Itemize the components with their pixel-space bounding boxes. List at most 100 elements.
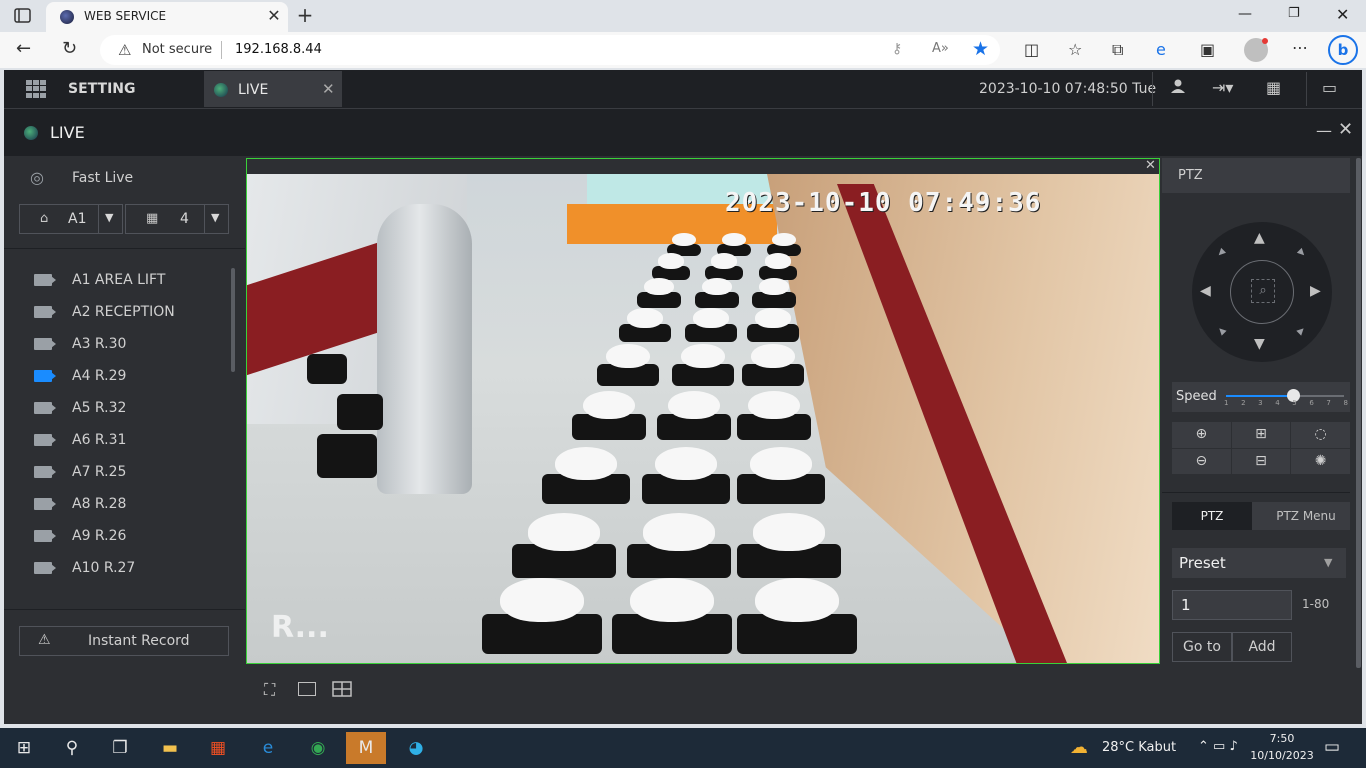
camera-list-item[interactable]: A8 R.28	[4, 490, 230, 522]
panel-minimize-button[interactable]: —	[1316, 121, 1332, 140]
search-icon[interactable]: ⚲	[52, 732, 92, 764]
windows-start-icon[interactable]: ⊞	[4, 732, 44, 764]
collections-icon[interactable]: ⧉	[1112, 40, 1123, 60]
ptz-right-icon[interactable]: ▶	[1310, 283, 1321, 299]
camera-list-item[interactable]: A9 R.26	[4, 522, 230, 554]
camera-feed[interactable]: 2023-10-10 07:49:36 R...	[247, 174, 1159, 663]
bing-icon[interactable]: b	[1328, 35, 1358, 65]
camera-list-item[interactable]: A6 R.31	[4, 426, 230, 458]
area-zoom-icon[interactable]: ⌕	[1251, 279, 1275, 303]
refresh-icon[interactable]: ↻	[62, 38, 77, 59]
video-close-icon[interactable]: ✕	[1145, 159, 1156, 173]
window-minimize-button[interactable]: —	[1238, 6, 1252, 22]
favorite-star-icon[interactable]: ★	[972, 38, 989, 60]
weather-text[interactable]: 28°C Kabut	[1102, 740, 1176, 755]
task-view-icon[interactable]: ❐	[100, 732, 140, 764]
camera-list-item[interactable]: A7 R.25	[4, 458, 230, 490]
ptz-up-icon[interactable]: ▲	[1254, 230, 1265, 246]
edge-extension-icon[interactable]: e	[1156, 40, 1166, 59]
camera-list-item[interactable]: A5 R.32	[4, 394, 230, 426]
file-explorer-icon[interactable]: ▬	[150, 732, 190, 764]
group-select[interactable]: ⌂ A1 ▼	[19, 204, 123, 234]
zoom-out-icon[interactable]: ⊖	[1172, 448, 1231, 474]
split-select[interactable]: ▦ 4 ▼	[125, 204, 229, 234]
back-arrow-icon[interactable]: ←	[16, 38, 31, 59]
chevron-down-icon[interactable]: ▼	[1324, 556, 1332, 569]
notification-icon[interactable]: ▭	[1324, 737, 1340, 757]
address-bar[interactable]: ⚠ Not secure 192.168.8.44 ⚷ A» ★	[100, 35, 1000, 65]
fast-live-icon[interactable]: ◎	[30, 168, 44, 187]
tab-close-icon[interactable]: ✕	[264, 6, 284, 26]
tab-live[interactable]: LIVE ✕	[204, 71, 342, 107]
logout-icon[interactable]: ⇥▾	[1212, 78, 1233, 97]
chevron-down-icon[interactable]: ▼	[105, 211, 113, 224]
goto-preset-button[interactable]: Go to	[1172, 632, 1232, 662]
taskbar-date[interactable]: 10/10/2023	[1246, 749, 1318, 762]
ptz-center-ring[interactable]: ⌕	[1230, 260, 1294, 324]
tab-ptz-menu[interactable]: PTZ Menu	[1262, 502, 1350, 530]
store-icon[interactable]: ▦	[198, 732, 238, 764]
display-icon[interactable]: ▭	[1322, 78, 1337, 97]
read-aloud-icon[interactable]: A»	[932, 41, 949, 56]
taskbar-time[interactable]: 7:50	[1262, 732, 1302, 745]
tab-actions-icon[interactable]	[12, 6, 34, 26]
internet-explorer-icon[interactable]: e	[248, 732, 288, 764]
chrome-icon[interactable]: ◉	[298, 732, 338, 764]
preset-select[interactable]: Preset ▼	[1172, 548, 1346, 578]
warning-icon[interactable]: ⚠	[118, 41, 131, 59]
live-tab-close-icon[interactable]: ✕	[322, 80, 335, 98]
fullscreen-icon[interactable]: ⛶	[264, 680, 275, 700]
ptz-up-right-icon[interactable]: ▶	[1295, 247, 1307, 259]
screenshot-icon[interactable]: ▣	[1200, 40, 1215, 59]
chevron-down-icon[interactable]: ▼	[211, 211, 219, 224]
iris-open-icon[interactable]: ◌	[1291, 422, 1350, 448]
ptz-left-icon[interactable]: ◀	[1200, 283, 1211, 299]
window-close-button[interactable]: ✕	[1336, 5, 1349, 24]
more-menu-icon[interactable]: ⋯	[1292, 38, 1308, 57]
speed-slider[interactable]	[1226, 389, 1344, 402]
camera-list-item[interactable]: A2 RECEPTION	[4, 298, 230, 330]
focus-far-icon[interactable]: ⊟	[1231, 448, 1291, 474]
url-text[interactable]: 192.168.8.44	[235, 42, 322, 57]
camera-list-item[interactable]: A3 R.30	[4, 330, 230, 362]
ptz-up-left-icon[interactable]: ◀	[1215, 247, 1227, 259]
camera-list-item[interactable]: A1 AREA LIFT	[4, 266, 230, 298]
split-screen-icon[interactable]: ◫	[1024, 40, 1039, 59]
main-menu-grid-icon[interactable]	[26, 80, 46, 98]
ptz-down-icon[interactable]: ▼	[1254, 336, 1265, 352]
panel-close-button[interactable]: ✕	[1338, 119, 1353, 140]
system-tray-icons[interactable]: ⌃ ▭ ♪	[1198, 739, 1238, 754]
instant-record-button[interactable]: ⚠ Instant Record	[19, 626, 229, 656]
quad-view-icon[interactable]	[332, 681, 352, 701]
new-tab-button[interactable]: +	[292, 4, 318, 28]
user-icon[interactable]	[1170, 78, 1186, 98]
camera-list-item[interactable]: A10 R.27	[4, 554, 230, 586]
page-scrollbar[interactable]	[1356, 158, 1361, 668]
video-window[interactable]: ✕ 2023-10-10 07:49:36 R...	[246, 158, 1160, 664]
camera-list-scrollbar[interactable]	[231, 268, 235, 372]
add-preset-button[interactable]: Add	[1232, 632, 1292, 662]
browser-tab[interactable]: WEB SERVICE ✕	[46, 2, 288, 32]
setting-menu[interactable]: SETTING	[68, 81, 135, 97]
ptz-direction-pad[interactable]: ▲ ▼ ◀ ▶ ◀ ▶ ◀ ▶ ⌕	[1192, 222, 1332, 362]
messenger-app-icon[interactable]: M	[346, 732, 386, 764]
key-icon[interactable]: ⚷	[892, 41, 902, 57]
fast-live-toggle[interactable]: Fast Live	[72, 170, 133, 186]
ptz-down-left-icon[interactable]: ◀	[1215, 325, 1227, 337]
single-view-icon[interactable]	[298, 682, 316, 696]
qr-code-icon[interactable]: ▦	[1266, 78, 1281, 97]
zoom-in-icon[interactable]: ⊕	[1172, 422, 1231, 448]
scene-seat	[307, 354, 347, 384]
iris-close-icon[interactable]: ✺	[1291, 448, 1350, 474]
weather-haze-icon[interactable]: ☁	[1070, 737, 1088, 758]
window-maximize-button[interactable]: ❐	[1288, 6, 1300, 21]
security-label[interactable]: Not secure	[142, 42, 212, 57]
preset-number-input[interactable]	[1172, 590, 1292, 620]
ptz-down-right-icon[interactable]: ▶	[1295, 325, 1307, 337]
header-divider	[1152, 72, 1153, 106]
edge-icon[interactable]: ◕	[396, 732, 436, 764]
favorites-icon[interactable]: ☆	[1068, 40, 1082, 59]
camera-list-item[interactable]: A4 R.29	[4, 362, 230, 394]
focus-near-icon[interactable]: ⊞	[1231, 422, 1291, 448]
tab-ptz[interactable]: PTZ	[1172, 502, 1252, 530]
